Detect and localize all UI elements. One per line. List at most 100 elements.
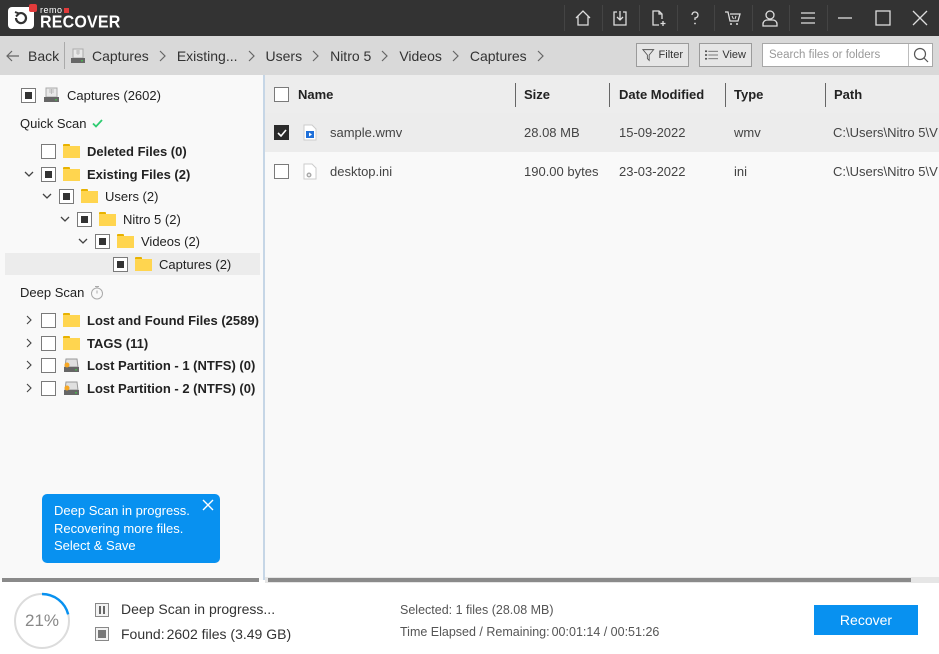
close-icon[interactable] — [202, 498, 214, 516]
chevron-right-icon — [381, 50, 389, 62]
breadcrumb-item[interactable]: Captures — [470, 48, 527, 64]
checkbox[interactable] — [41, 312, 56, 328]
checkbox[interactable] — [95, 233, 110, 249]
tree-root[interactable]: Captures (2602) — [21, 84, 161, 106]
breadcrumb-item[interactable]: Videos — [399, 48, 442, 64]
checkbox[interactable] — [274, 125, 289, 140]
checkbox[interactable] — [41, 380, 56, 396]
found-summary: Found: 2602 files (3.49 GB) — [121, 626, 291, 642]
table-row[interactable]: sample.wmv 28.08 MB 15-09-2022 wmv C:\Us… — [265, 113, 939, 152]
toast-line: Recovering more files. — [54, 520, 184, 536]
help-icon[interactable] — [676, 0, 715, 36]
checkbox[interactable] — [41, 143, 56, 159]
recover-button[interactable]: Recover — [814, 605, 918, 635]
search-input[interactable] — [763, 44, 908, 66]
filter-icon — [642, 49, 655, 62]
tree-item-lost-partition-1[interactable]: Lost Partition - 1 (NTFS) (0) — [23, 354, 255, 376]
tree-item-captures[interactable]: Captures (2) — [5, 253, 260, 275]
view-button[interactable]: View — [699, 43, 752, 67]
back-button[interactable]: Back — [6, 36, 59, 75]
tree-item-existing-files[interactable]: Existing Files (2) — [23, 163, 190, 185]
menu-icon[interactable] — [789, 0, 827, 36]
filter-button[interactable]: Filter — [636, 43, 689, 67]
chevron-right-icon — [452, 50, 460, 62]
chevron-right-icon[interactable] — [23, 360, 35, 370]
tree-label: Nitro 5 (2) — [123, 211, 181, 227]
file-list-horizontal-scrollbar[interactable] — [268, 578, 911, 582]
checkbox[interactable] — [274, 164, 289, 179]
tree-item-deleted-files[interactable]: Deleted Files (0) — [23, 140, 187, 162]
selected-summary: Selected: 1 files (28.08 MB) — [400, 603, 554, 617]
breadcrumb-item[interactable]: Captures — [92, 48, 149, 64]
tree-item-nitro5[interactable]: Nitro 5 (2) — [59, 208, 181, 230]
chevron-down-icon[interactable] — [23, 171, 35, 178]
close-icon[interactable] — [902, 0, 939, 36]
drive-icon — [70, 48, 86, 64]
video-file-icon — [303, 113, 317, 152]
checkbox[interactable] — [41, 166, 56, 182]
chevron-down-icon[interactable] — [59, 216, 71, 223]
progress-percent: 21% — [24, 611, 60, 630]
tree-item-tags[interactable]: TAGS (11) — [23, 332, 148, 354]
toast-line: Deep Scan in progress. — [54, 503, 190, 518]
column-date-modified[interactable]: Date Modified — [619, 75, 704, 114]
time-summary: Time Elapsed / Remaining: 00:01:14 / 00:5… — [400, 625, 659, 639]
tree-item-lost-and-found[interactable]: Lost and Found Files (2589) — [23, 309, 259, 331]
column-type[interactable]: Type — [734, 75, 763, 114]
file-list: Name Size Date Modified Type Path sample… — [265, 75, 939, 577]
chevron-down-icon[interactable] — [77, 238, 89, 245]
maximize-icon[interactable] — [864, 0, 902, 36]
pause-button[interactable] — [95, 603, 109, 617]
folder-icon — [63, 313, 80, 327]
file-name: desktop.ini — [330, 164, 393, 179]
user-icon[interactable] — [751, 0, 790, 36]
checkbox[interactable] — [113, 256, 128, 272]
checkbox[interactable] — [21, 87, 36, 103]
home-icon[interactable] — [564, 0, 602, 36]
chevron-right-icon — [537, 50, 545, 62]
folder-icon — [63, 144, 80, 158]
checkbox[interactable] — [77, 211, 92, 227]
section-label: Deep Scan — [20, 285, 85, 300]
breadcrumb-item[interactable]: Nitro 5 — [330, 48, 371, 64]
new-file-icon[interactable] — [639, 0, 677, 36]
tree-horizontal-scrollbar[interactable] — [2, 578, 259, 582]
found-label: Found: — [121, 626, 165, 642]
chevron-right-icon[interactable] — [23, 383, 35, 393]
column-name[interactable]: Name — [298, 75, 333, 114]
tree-item-videos[interactable]: Videos (2) — [77, 230, 200, 252]
logo-big-text: RECOVER — [40, 12, 121, 32]
column-path[interactable]: Path — [834, 75, 862, 114]
minimize-icon[interactable] — [826, 0, 865, 36]
file-size: 190.00 bytes — [524, 164, 599, 179]
table-row[interactable]: desktop.ini 190.00 bytes 23-03-2022 ini … — [265, 152, 939, 191]
select-all-checkbox[interactable] — [274, 75, 289, 114]
column-size[interactable]: Size — [524, 75, 550, 114]
breadcrumb-item[interactable]: Users — [266, 48, 303, 64]
search-button[interactable] — [908, 44, 932, 66]
chevron-down-icon[interactable] — [41, 193, 53, 200]
stop-button[interactable] — [95, 627, 109, 641]
folder-icon — [63, 336, 80, 350]
deep-scan-title: Deep Scan — [20, 285, 104, 300]
cart-icon[interactable] — [714, 0, 752, 36]
tree-item-lost-partition-2[interactable]: Lost Partition - 2 (NTFS) (0) — [23, 377, 255, 399]
file-date: 23-03-2022 — [619, 164, 686, 179]
checkbox[interactable] — [41, 357, 56, 373]
back-label: Back — [28, 47, 60, 64]
search-icon — [913, 47, 928, 63]
chevron-right-icon[interactable] — [23, 338, 35, 348]
divider — [64, 42, 65, 69]
breadcrumb-item[interactable]: Existing... — [177, 48, 238, 64]
file-type: ini — [734, 164, 748, 179]
chevron-right-icon — [159, 50, 167, 62]
tree-label: Users (2) — [105, 188, 159, 204]
checkbox[interactable] — [41, 335, 56, 351]
file-name: sample.wmv — [330, 125, 403, 140]
pause-icon — [99, 606, 105, 614]
tree-item-users[interactable]: Users (2) — [41, 185, 158, 207]
checkbox[interactable] — [59, 188, 74, 204]
chevron-right-icon[interactable] — [23, 315, 35, 325]
import-icon[interactable] — [601, 0, 640, 36]
tree-label: Lost Partition - 1 (NTFS) (0) — [87, 357, 256, 373]
